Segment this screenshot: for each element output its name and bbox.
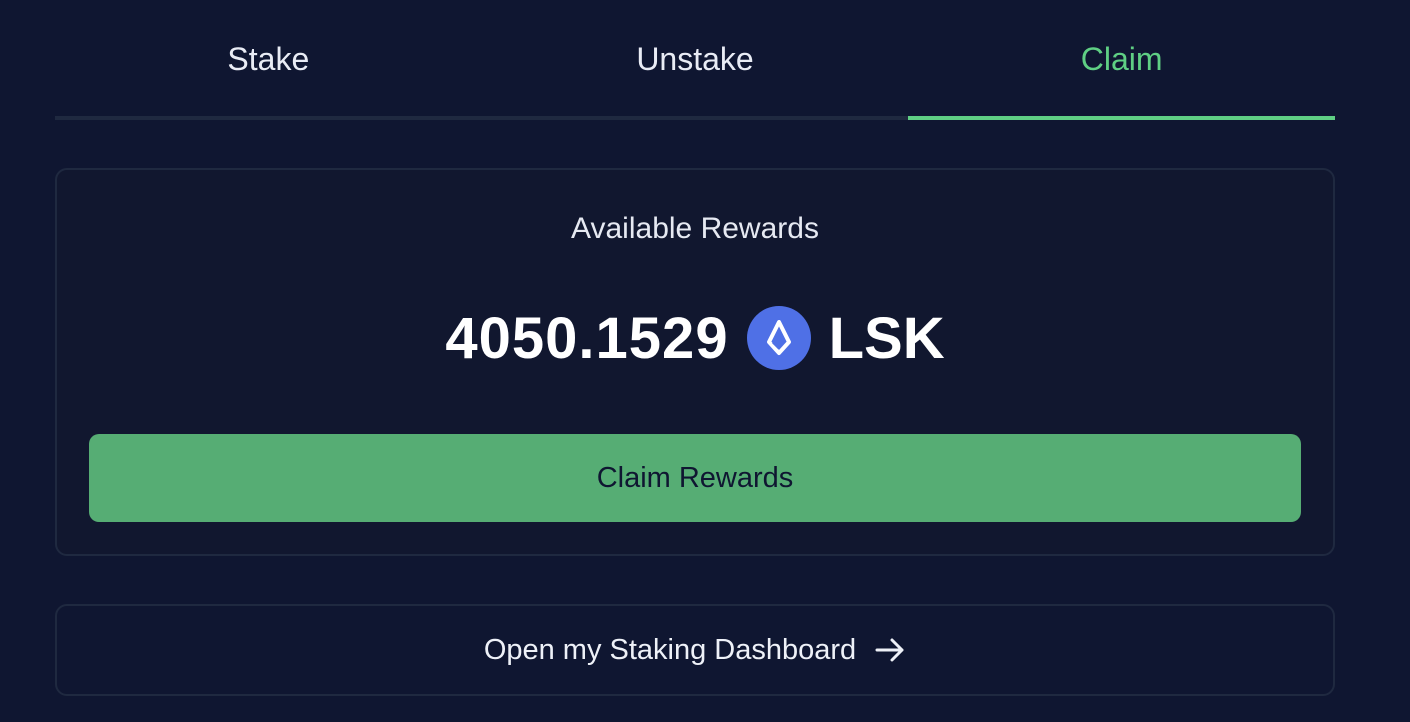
rewards-card: Available Rewards 4050.1529 LSK Claim Re… bbox=[55, 168, 1335, 556]
tab-unstake[interactable]: Unstake bbox=[481, 0, 909, 120]
claim-panel: Stake Unstake Claim Available Rewards 40… bbox=[55, 0, 1335, 722]
staking-dashboard-link[interactable]: Open my Staking Dashboard bbox=[55, 604, 1335, 696]
staking-dashboard-label: Open my Staking Dashboard bbox=[483, 633, 857, 666]
tab-claim[interactable]: Claim bbox=[908, 0, 1335, 120]
token-symbol: LSK bbox=[828, 305, 945, 371]
rewards-amount-row: 4050.1529 LSK bbox=[57, 305, 1333, 371]
lisk-token-icon bbox=[746, 306, 811, 370]
stake-tabs: Stake Unstake Claim bbox=[55, 0, 1335, 120]
rewards-title: Available Rewards bbox=[571, 212, 819, 245]
tab-stake[interactable]: Stake bbox=[55, 0, 482, 120]
claim-rewards-button[interactable]: Claim Rewards bbox=[89, 434, 1301, 522]
arrow-right-icon bbox=[874, 634, 906, 666]
rewards-amount: 4050.1529 bbox=[445, 305, 729, 371]
